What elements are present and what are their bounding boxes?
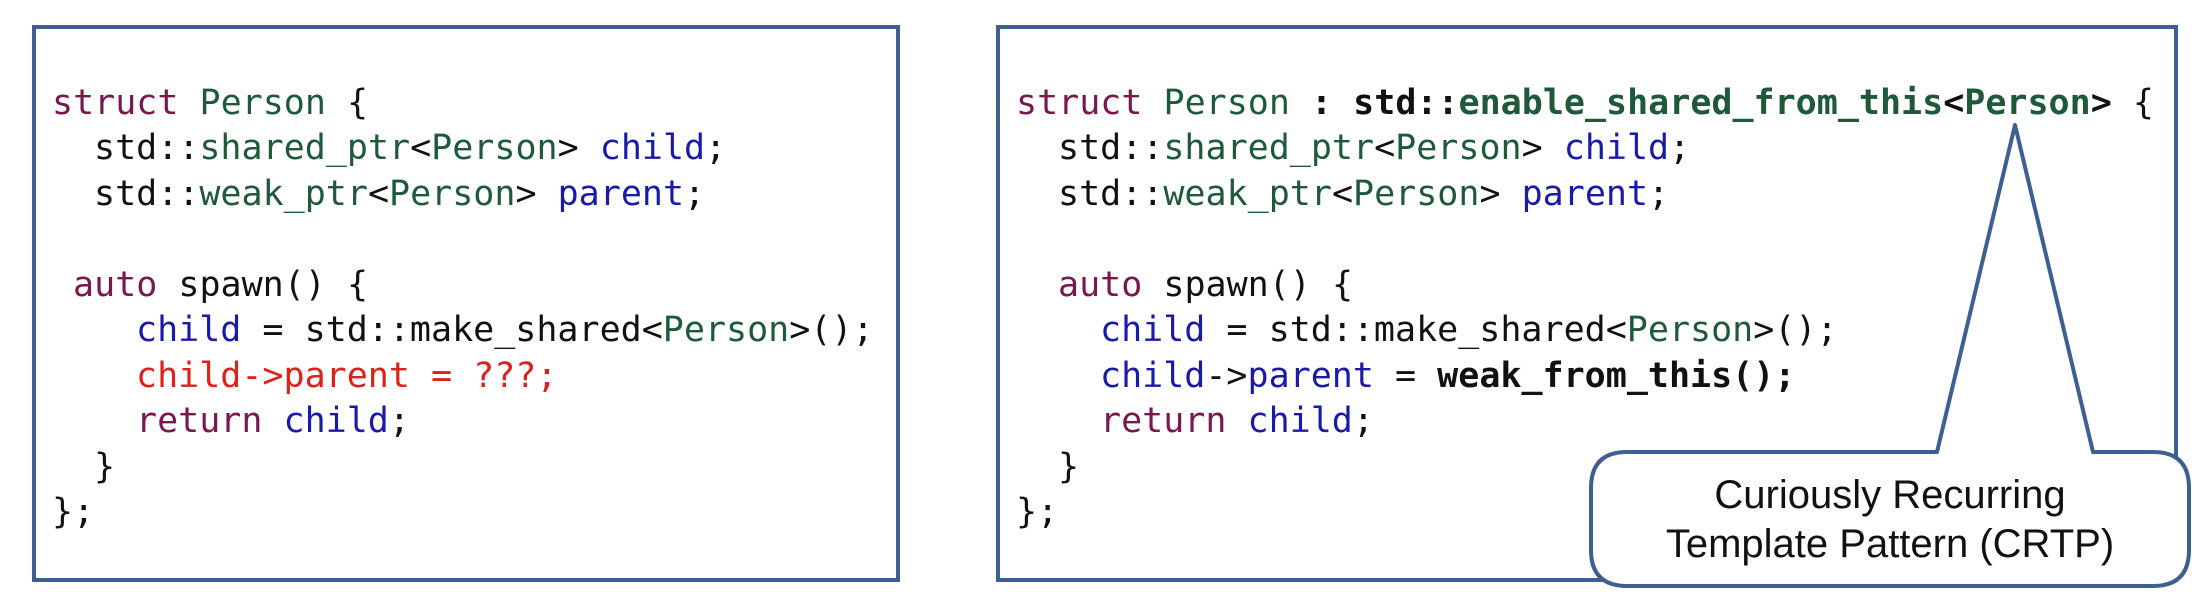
callout-line-2: Template Pattern (CRTP): [1665, 522, 2115, 566]
callout-label: Curiously Recurring Template Pattern (CR…: [1594, 471, 2186, 569]
callout-line-1: Curiously Recurring: [1714, 473, 2066, 517]
